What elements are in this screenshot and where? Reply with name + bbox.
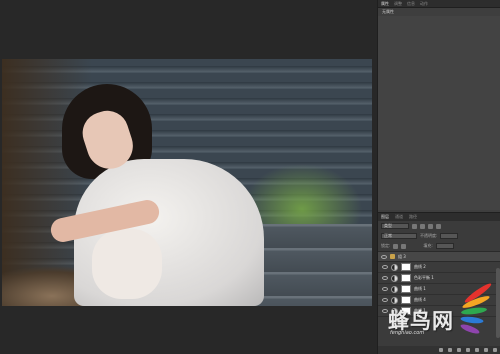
blend-opacity-row: 正常 不透明度: — [378, 231, 500, 241]
shape-filter-icon[interactable] — [436, 223, 441, 229]
properties-body — [378, 16, 500, 210]
opacity-field[interactable] — [440, 233, 459, 239]
lock-label: 锁定: — [381, 243, 391, 248]
tab-paths[interactable]: 路径 — [409, 214, 417, 220]
tab-info[interactable]: 信息 — [407, 1, 415, 7]
tab-adjustments[interactable]: 调整 — [394, 1, 402, 7]
adjustment-layer-icon — [391, 263, 398, 271]
photo-stone-steps — [252, 224, 372, 306]
logo-feather — [460, 324, 480, 334]
adjustment-filter-icon[interactable] — [420, 223, 425, 229]
blend-mode-select[interactable]: 正常 — [381, 233, 417, 239]
folder-icon — [390, 254, 395, 259]
layer-filter-row: 类型 — [378, 221, 500, 231]
layers-tabbar: 图层 通道 路径 — [378, 213, 500, 221]
pixel-filter-icon[interactable] — [412, 223, 417, 229]
eye-icon[interactable] — [382, 265, 388, 269]
logo-feather — [460, 316, 484, 324]
fill-field[interactable] — [435, 243, 454, 249]
fengniao-watermark: 蜂鸟网 fengniao.com — [378, 275, 500, 354]
tab-layers[interactable]: 图层 — [381, 214, 389, 220]
eye-icon[interactable] — [381, 254, 387, 259]
photo-subject-knees — [92, 229, 162, 299]
tab-channels[interactable]: 通道 — [395, 214, 403, 220]
layer-group-row[interactable]: 组 3 — [378, 251, 500, 262]
properties-tabbar: 属性 调整 信息 动作 — [378, 0, 500, 8]
fill-label: 填充: — [423, 243, 433, 248]
document-canvas[interactable] — [0, 0, 377, 354]
layer-kind-filter[interactable]: 类型 — [381, 223, 409, 229]
photo-image[interactable] — [2, 59, 372, 306]
tab-actions[interactable]: 动作 — [420, 1, 428, 7]
group-name: 组 3 — [398, 253, 406, 259]
layer-name: 曲线 2 — [414, 264, 426, 269]
lock-fill-row: 锁定: 填充: — [378, 241, 500, 251]
tab-properties[interactable]: 属性 — [381, 1, 389, 7]
text-filter-icon[interactable] — [428, 223, 433, 229]
properties-title: 无属性 — [382, 9, 394, 14]
layer-mask-thumbnail[interactable] — [401, 263, 411, 271]
layer-row[interactable]: 曲线 2 — [378, 262, 500, 273]
opacity-label: 不透明度: — [420, 233, 438, 238]
watermark-url: fengniao.com — [390, 330, 425, 336]
lock-icon[interactable] — [393, 243, 399, 249]
move-lock-icon[interactable] — [401, 243, 407, 249]
